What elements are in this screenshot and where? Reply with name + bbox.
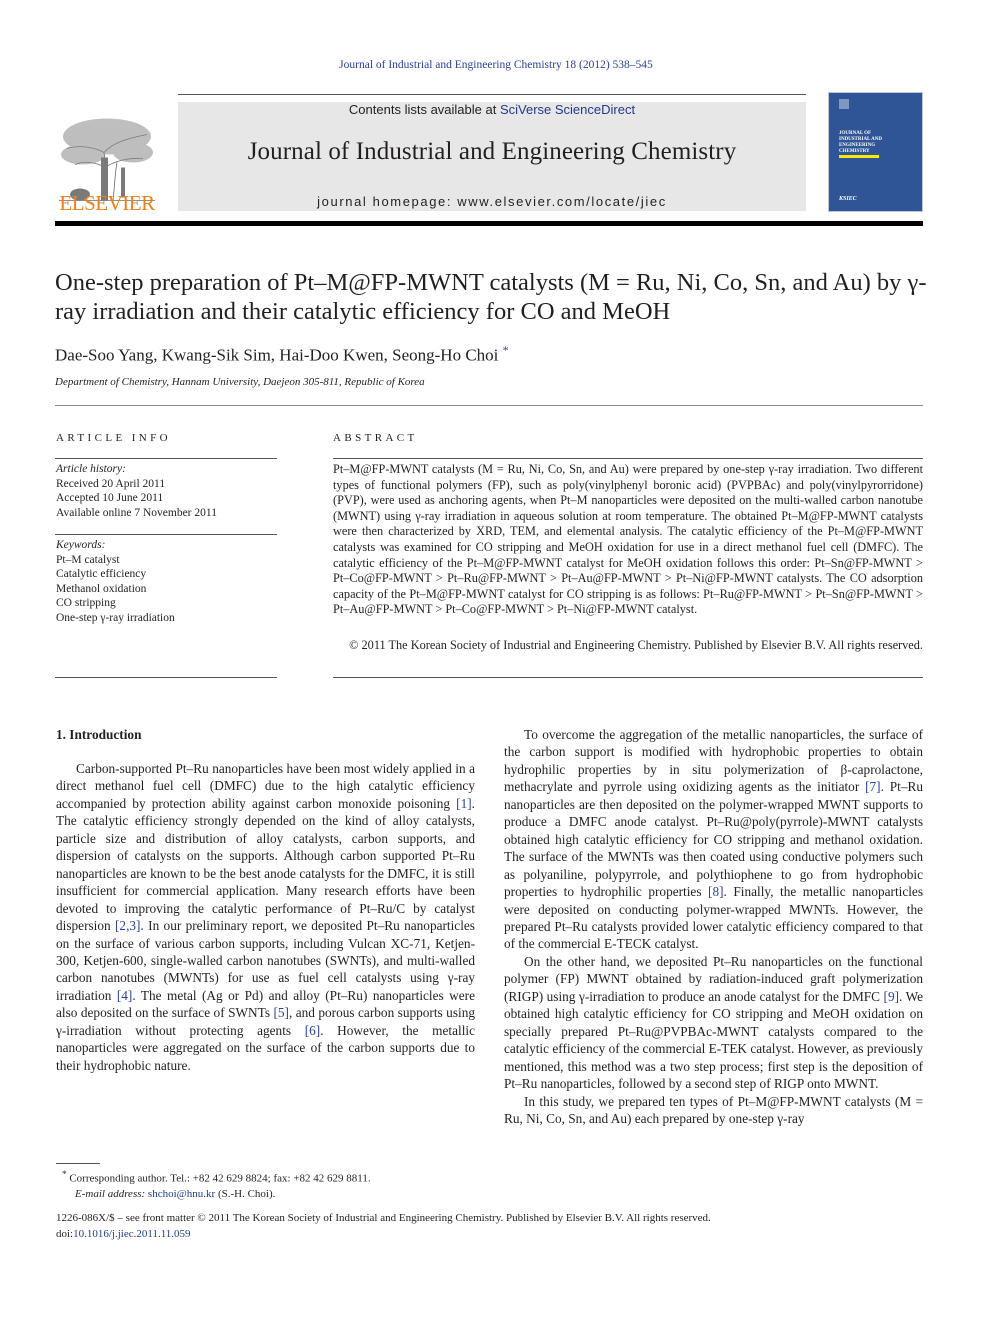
doi-line: doi:10.1016/j.jiec.2011.11.059 — [56, 1227, 711, 1243]
divider — [333, 458, 923, 459]
keyword: CO stripping — [56, 597, 116, 609]
citation-link[interactable]: [7] — [865, 779, 881, 794]
elsevier-wordmark: ELSEVIER — [59, 191, 155, 215]
citation-link[interactable]: [9] — [884, 989, 900, 1004]
corresponding-author-mark[interactable]: * — [503, 343, 509, 357]
doi-label: doi: — [56, 1227, 74, 1240]
text-run: . Pt–Ru nanoparticles are then deposited… — [504, 779, 923, 900]
body-column-left: Carbon-supported Pt–Ru nanoparticles hav… — [56, 760, 475, 1074]
keyword: Pt–M catalyst — [56, 553, 120, 566]
corresponding-author-info: Corresponding author. Tel.: +82 42 629 8… — [69, 1172, 371, 1185]
front-matter-line: 1226-086X/$ – see front matter © 2011 Th… — [56, 1212, 711, 1224]
citation-link[interactable]: [8] — [708, 884, 724, 899]
divider — [333, 677, 923, 678]
footnote-rule — [56, 1163, 100, 1164]
front-matter: 1226-086X/$ – see front matter © 2011 Th… — [56, 1211, 711, 1242]
history-item: Available online 7 November 2011 — [56, 506, 217, 519]
contents-availability: Contents lists available at SciVerse Sci… — [178, 102, 806, 117]
keyword: One-step γ-ray irradiation — [56, 611, 175, 624]
citation-link[interactable]: [4] — [117, 988, 133, 1003]
cover-emblem-icon — [839, 99, 849, 109]
text-run: On the other hand, we deposited Pt–Ru na… — [504, 953, 923, 1004]
header-rule — [178, 94, 806, 95]
paragraph: Carbon-supported Pt–Ru nanoparticles hav… — [56, 760, 475, 1074]
history-item: Received 20 April 2011 — [56, 477, 166, 490]
keyword: Methanol oxidation — [56, 582, 147, 595]
divider — [55, 534, 277, 535]
history-label: Article history: — [56, 463, 126, 475]
footnote: * Corresponding author. Tel.: +82 42 629… — [62, 1167, 371, 1202]
history-item: Accepted 10 June 2011 — [56, 492, 164, 504]
journal-reference[interactable]: Journal of Industrial and Engineering Ch… — [0, 59, 992, 71]
doi-link[interactable]: 10.1016/j.jiec.2011.11.059 — [73, 1228, 190, 1240]
text-run: To overcome the aggregation of the metal… — [504, 727, 923, 795]
footnote-email-line: E-mail address: shchoi@hnu.kr (S.-H. Cho… — [62, 1187, 371, 1202]
citation-link[interactable]: [6] — [305, 1023, 321, 1038]
article-info-heading: ARTICLE INFO — [56, 432, 171, 444]
authors-text: Dae-Soo Yang, Kwang-Sik Sim, Hai-Doo Kwe… — [55, 345, 499, 365]
sciencedirect-link[interactable]: SciVerse ScienceDirect — [500, 102, 635, 117]
abstract-copyright: © 2011 The Korean Society of Industrial … — [349, 638, 923, 652]
journal-homepage[interactable]: journal homepage: www.elsevier.com/locat… — [178, 194, 806, 209]
contents-prefix: Contents lists available at — [348, 102, 500, 117]
cover-title: JOURNAL OF INDUSTRIAL AND ENGINEERING CH… — [839, 131, 882, 155]
text-run: Carbon-supported Pt–Ru nanoparticles hav… — [56, 761, 475, 811]
paragraph: In this study, we prepared ten types of … — [504, 1093, 923, 1126]
paragraph: To overcome the aggregation of the metal… — [504, 726, 923, 953]
email-label: E-mail address: — [75, 1187, 146, 1200]
keyword: Catalytic efficiency — [56, 568, 147, 580]
divider — [55, 458, 277, 459]
citation-link[interactable]: [1] — [456, 796, 472, 811]
author-list: Dae-Soo Yang, Kwang-Sik Sim, Hai-Doo Kwe… — [55, 343, 509, 366]
article-history: Article history: Received 20 April 2011 … — [56, 462, 217, 520]
citation-link[interactable]: [2,3] — [115, 918, 140, 933]
journal-banner: Contents lists available at SciVerse Sci… — [178, 102, 806, 211]
divider — [55, 405, 923, 406]
cover-society-logo: KSIEC — [839, 196, 857, 202]
affiliation: Department of Chemistry, Hannam Universi… — [55, 376, 425, 388]
cover-accent-bar — [839, 155, 879, 158]
footnote-mark: * — [62, 1169, 67, 1179]
email-suffix: (S.-H. Choi). — [215, 1187, 276, 1200]
journal-name: Journal of Industrial and Engineering Ch… — [247, 138, 737, 165]
email-link[interactable]: shchoi@hnu.kr — [148, 1188, 215, 1200]
paragraph: On the other hand, we deposited Pt–Ru na… — [504, 953, 923, 1093]
divider — [55, 677, 277, 678]
keywords-label: Keywords: — [56, 539, 106, 551]
citation-link[interactable]: [5] — [273, 1005, 289, 1020]
footnote-line: * Corresponding author. Tel.: +82 42 629… — [62, 1167, 371, 1187]
journal-cover-thumbnail[interactable]: JOURNAL OF INDUSTRIAL AND ENGINEERING CH… — [828, 92, 923, 212]
header-thick-rule — [55, 221, 923, 226]
section-heading-introduction: 1. Introduction — [56, 727, 142, 742]
keywords: Keywords: Pt–M catalyst Catalytic effici… — [56, 538, 175, 625]
body-column-right: To overcome the aggregation of the metal… — [504, 726, 923, 1127]
text-run: . We obtained high catalytic efficiency … — [504, 988, 924, 1092]
text-run: . The catalytic efficiency strongly depe… — [56, 795, 475, 934]
abstract-text: Pt–M@FP-MWNT catalysts (M = Ru, Ni, Co, … — [333, 462, 923, 617]
article-title: One-step preparation of Pt–M@FP-MWNT cat… — [55, 269, 927, 325]
abstract-heading: ABSTRACT — [333, 432, 418, 444]
